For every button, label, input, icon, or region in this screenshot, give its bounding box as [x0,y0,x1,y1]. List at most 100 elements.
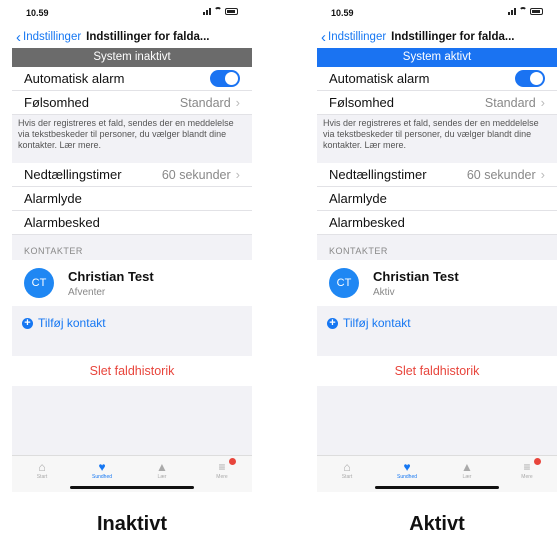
tab-label: Lær [157,474,167,480]
status-time: 10.59 [26,8,49,18]
signal-icon [508,7,516,15]
signal-icon [203,7,211,15]
graduation-cap-icon: ▲ [461,460,473,474]
add-contact-label: Tilføj kontakt [343,316,411,330]
chevron-right-icon: › [540,167,545,182]
sensitivity-value: Standard [179,95,231,110]
sensitivity-value: Standard [484,95,536,110]
notification-badge [534,458,541,465]
automatic-alarm-label: Automatisk alarm [24,71,125,86]
contact-name: Christian Test [68,268,154,284]
home-indicator[interactable] [70,486,194,489]
contact-status: Aktiv [373,286,395,298]
tab-label: Sundhed [91,474,113,480]
tab-start[interactable]: ⌂ Start [12,456,72,492]
sensitivity-row[interactable]: Følsomhed Standard › [12,91,252,115]
add-contact-button[interactable]: + Tilføj kontakt [317,306,557,340]
alarm-sound-label: Alarmlyde [24,191,82,206]
graduation-cap-icon: ▲ [156,460,168,474]
battery-icon [225,7,238,15]
fall-detection-description: Hvis der registreres et fald, sendes der… [323,118,539,150]
back-label: Indstillinger [23,31,82,43]
fall-detection-description: Hvis der registreres et fald, sendes der… [18,118,234,150]
status-time: 10.59 [331,8,354,18]
automatic-alarm-row: Automatisk alarm [317,67,557,91]
home-icon: ⌂ [343,460,351,474]
contact-name: Christian Test [373,268,459,284]
chevron-right-icon: › [235,95,240,110]
alarm-sound-row[interactable]: Alarmlyde [12,187,252,211]
tab-more[interactable]: ≡ Mere [192,456,252,492]
menu-icon: ≡ [523,460,531,474]
tab-label: Start [341,474,353,480]
add-contact-label: Tilføj kontakt [38,316,106,330]
countdown-row[interactable]: Nedtællingstimer 60 sekunder › [12,163,252,187]
contact-row[interactable]: CT Christian Test Afventer [12,260,252,306]
contact-status: Afventer [68,286,106,298]
automatic-alarm-toggle[interactable] [210,70,240,87]
countdown-row[interactable]: Nedtællingstimer 60 sekunder › [317,163,557,187]
wifi-icon [519,7,527,15]
chevron-right-icon: › [540,95,545,110]
add-contact-button[interactable]: + Tilføj kontakt [12,306,252,340]
alarm-sound-label: Alarmlyde [329,191,387,206]
home-indicator[interactable] [375,486,499,489]
notification-badge [229,458,236,465]
sensitivity-label: Følsomhed [329,95,395,110]
caption-inactive: Inaktivt [96,513,168,535]
chevron-left-icon: ‹ [16,28,21,46]
battery-icon [530,7,543,15]
contacts-header: KONTAKTER [24,246,83,256]
contact-row[interactable]: CT Christian Test Aktiv [317,260,557,306]
plus-icon: + [327,317,338,329]
alarm-message-row[interactable]: Alarmbesked [317,211,557,235]
status-bar: 10.59 [317,0,557,26]
alarm-message-label: Alarmbesked [24,215,100,230]
tab-label: Start [36,474,48,480]
tab-start[interactable]: ⌂ Start [317,456,377,492]
chevron-left-icon: ‹ [321,28,326,46]
system-status-bar: System aktivt [317,48,557,67]
sensitivity-row[interactable]: Følsomhed Standard › [317,91,557,115]
back-label: Indstillinger [328,31,387,43]
page-title: Indstillinger for falda... [86,31,210,43]
avatar: CT [329,268,359,298]
back-button[interactable]: ‹ Indstillinger [16,28,82,46]
contacts-header: KONTAKTER [329,246,388,256]
wifi-icon [214,7,222,15]
tab-more[interactable]: ≡ Mere [497,456,557,492]
menu-icon: ≡ [218,460,226,474]
avatar: CT [24,268,54,298]
countdown-value: 60 sekunder [161,167,231,182]
heart-icon: ♥ [98,460,106,474]
plus-icon: + [22,317,33,329]
navigation-bar: ‹ Indstillinger Indstillinger for falda.… [317,26,557,48]
tab-label: Lær [462,474,472,480]
chevron-right-icon: › [235,167,240,182]
page-title: Indstillinger for falda... [391,31,515,43]
tab-label: Mere [216,474,228,480]
heart-icon: ♥ [403,460,411,474]
countdown-label: Nedtællingstimer [329,167,427,182]
status-bar: 10.59 [12,0,252,26]
sensitivity-label: Følsomhed [24,95,90,110]
caption-active: Aktivt [409,513,465,535]
navigation-bar: ‹ Indstillinger Indstillinger for falda.… [12,26,252,48]
delete-fall-history-button[interactable]: Slet faldhistorik [317,356,557,386]
delete-fall-history-button[interactable]: Slet faldhistorik [12,356,252,386]
tab-label: Mere [521,474,533,480]
tab-label: Sundhed [396,474,418,480]
countdown-label: Nedtællingstimer [24,167,122,182]
automatic-alarm-row: Automatisk alarm [12,67,252,91]
alarm-sound-row[interactable]: Alarmlyde [317,187,557,211]
phone-screen-inactive: 10.59 ‹ Indstillinger Indstillinger for … [12,0,252,492]
home-icon: ⌂ [38,460,46,474]
alarm-message-row[interactable]: Alarmbesked [12,211,252,235]
alarm-message-label: Alarmbesked [329,215,405,230]
back-button[interactable]: ‹ Indstillinger [321,28,387,46]
automatic-alarm-label: Automatisk alarm [329,71,430,86]
system-status-bar: System inaktivt [12,48,252,67]
countdown-value: 60 sekunder [466,167,536,182]
phone-screen-active: 10.59 ‹ Indstillinger Indstillinger for … [317,0,557,492]
automatic-alarm-toggle[interactable] [515,70,545,87]
